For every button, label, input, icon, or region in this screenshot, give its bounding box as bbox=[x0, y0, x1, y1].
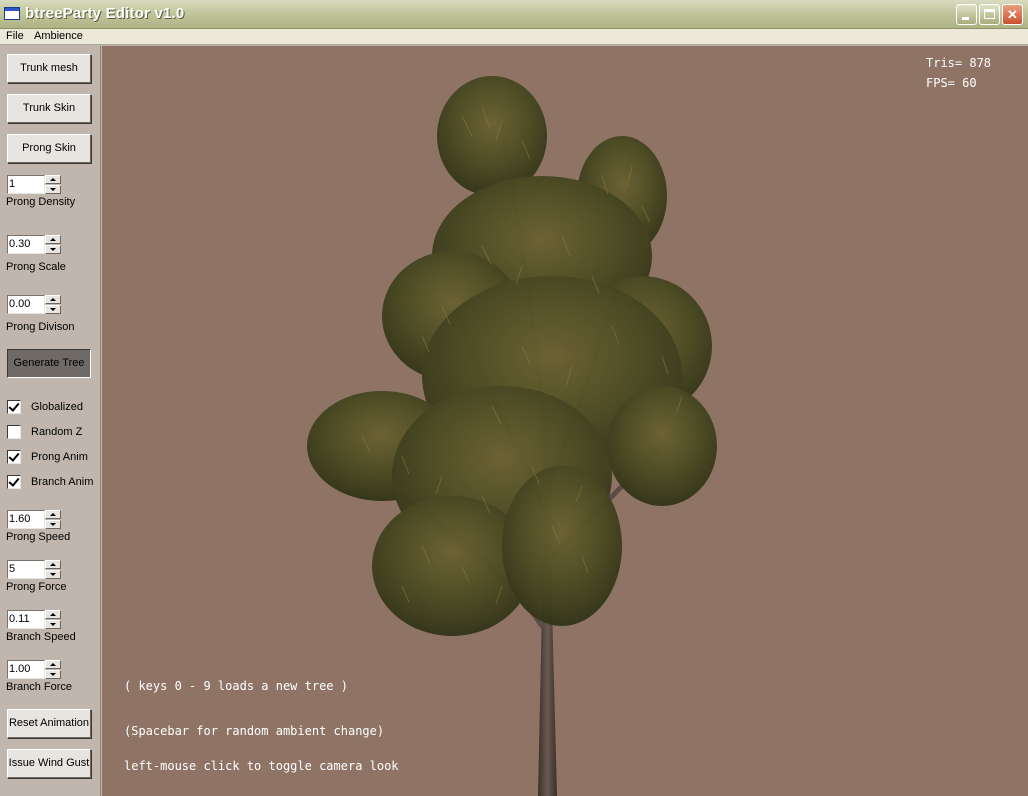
spin-down-button[interactable] bbox=[45, 520, 61, 529]
prong-density-label: Prong Density bbox=[6, 196, 76, 208]
prong-scale-label: Prong Scale bbox=[6, 261, 66, 273]
spin-down-button[interactable] bbox=[45, 245, 61, 254]
branch-speed-label: Branch Speed bbox=[6, 631, 76, 643]
close-button[interactable]: ✕ bbox=[1002, 4, 1023, 25]
prong-skin-button[interactable]: Prong Skin bbox=[7, 134, 91, 163]
branch-force-label: Branch Force bbox=[6, 681, 73, 693]
trunk-skin-button[interactable]: Trunk Skin bbox=[7, 94, 91, 123]
spin-up-button[interactable] bbox=[45, 235, 61, 244]
prong-division-label: Prong Divison bbox=[6, 321, 75, 333]
prong-speed-input[interactable]: 1.60 bbox=[7, 510, 45, 529]
render-viewport[interactable]: Tris= 878 FPS= 60 ( keys 0 - 9 loads a n… bbox=[102, 46, 1028, 796]
branch-force-stepper[interactable]: 1.00 bbox=[7, 660, 62, 679]
checkbox-unchecked[interactable] bbox=[7, 425, 21, 439]
maximize-button[interactable] bbox=[979, 4, 1000, 25]
spin-down-button[interactable] bbox=[45, 620, 61, 629]
prong-force-label: Prong Force bbox=[6, 581, 67, 593]
branch-force-input[interactable]: 1.00 bbox=[7, 660, 45, 679]
checkbox-checked[interactable] bbox=[7, 450, 21, 464]
prong-force-stepper[interactable]: 5 bbox=[7, 560, 62, 579]
branch-speed-input[interactable]: 0.11 bbox=[7, 610, 45, 629]
spin-down-button[interactable] bbox=[45, 570, 61, 579]
prong-speed-label: Prong Speed bbox=[6, 531, 71, 543]
generate-tree-button[interactable]: Generate Tree bbox=[7, 349, 91, 378]
spin-up-button[interactable] bbox=[45, 560, 61, 569]
menu-ambience[interactable]: Ambience bbox=[34, 30, 83, 42]
prong-scale-input[interactable]: 0.30 bbox=[7, 235, 45, 254]
checkbox-label: Prong Anim bbox=[31, 451, 88, 463]
minimize-icon bbox=[962, 17, 969, 20]
checkbox-checked[interactable] bbox=[7, 400, 21, 414]
menu-file[interactable]: File bbox=[6, 30, 24, 42]
prong-density-stepper[interactable]: 1 bbox=[7, 175, 62, 194]
branch-speed-stepper[interactable]: 0.11 bbox=[7, 610, 62, 629]
prong-speed-stepper[interactable]: 1.60 bbox=[7, 510, 62, 529]
app-window-icon bbox=[4, 7, 20, 20]
reset-animation-button[interactable]: Reset Animation bbox=[7, 709, 91, 738]
spin-up-button[interactable] bbox=[45, 175, 61, 184]
prong-force-input[interactable]: 5 bbox=[7, 560, 45, 579]
title-bar[interactable]: btreeParty Editor v1.0 ✕ bbox=[0, 0, 1028, 29]
prong-density-input[interactable]: 1 bbox=[7, 175, 45, 194]
tris-counter: Tris= 878 bbox=[926, 56, 992, 70]
spin-down-button[interactable] bbox=[45, 185, 61, 194]
spin-up-button[interactable] bbox=[45, 610, 61, 619]
trunk-mesh-button[interactable]: Trunk mesh bbox=[7, 54, 91, 83]
checkbox-checked[interactable] bbox=[7, 475, 21, 489]
issue-wind-gust-button[interactable]: Issue Wind Gust bbox=[7, 749, 91, 778]
hint-spacebar: (Spacebar for random ambient change) bbox=[124, 724, 385, 738]
maximize-icon bbox=[984, 9, 995, 19]
menu-bar: File Ambience bbox=[0, 29, 1028, 45]
window-title: btreeParty Editor v1.0 bbox=[25, 5, 185, 22]
checkbox-label: Random Z bbox=[31, 426, 83, 438]
checkbox-label: Globalized bbox=[31, 401, 83, 413]
spin-up-button[interactable] bbox=[45, 510, 61, 519]
prong-division-stepper[interactable]: 0.00 bbox=[7, 295, 62, 314]
checkbox-label: Branch Anim bbox=[31, 476, 94, 488]
spin-up-button[interactable] bbox=[45, 660, 61, 669]
minimize-button[interactable] bbox=[956, 4, 977, 25]
prong-division-input[interactable]: 0.00 bbox=[7, 295, 45, 314]
spin-down-button[interactable] bbox=[45, 305, 61, 314]
close-icon: ✕ bbox=[1007, 7, 1018, 22]
spin-up-button[interactable] bbox=[45, 295, 61, 304]
control-panel: Trunk mesh Trunk Skin Prong Skin 1 Prong… bbox=[0, 46, 101, 796]
spin-down-button[interactable] bbox=[45, 670, 61, 679]
prong-scale-stepper[interactable]: 0.30 bbox=[7, 235, 62, 254]
hint-mouse: left-mouse click to toggle camera look bbox=[124, 759, 399, 773]
fps-counter: FPS= 60 bbox=[926, 76, 977, 90]
hint-keys: ( keys 0 - 9 loads a new tree ) bbox=[124, 679, 348, 693]
tree-foliage bbox=[307, 76, 717, 636]
